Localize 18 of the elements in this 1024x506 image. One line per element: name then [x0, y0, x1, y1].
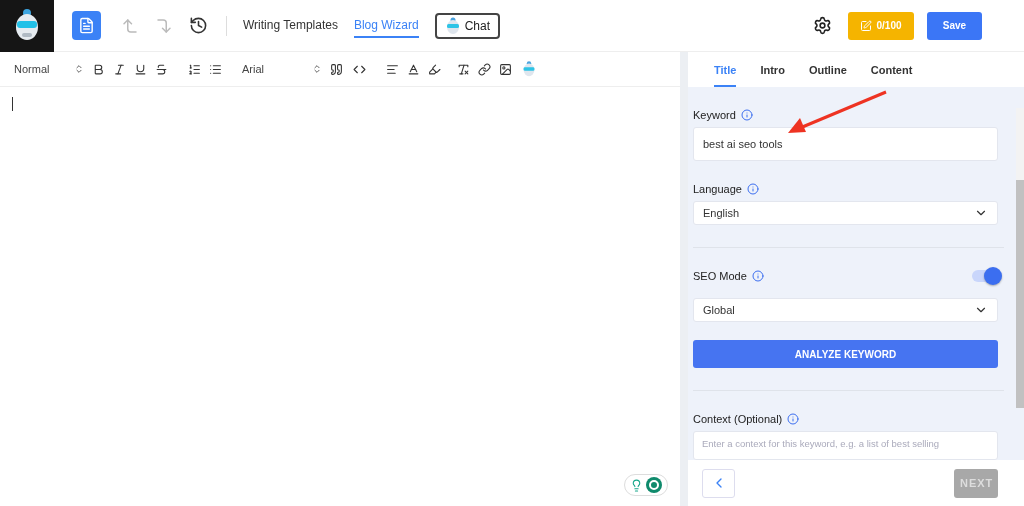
tab[interactable]: Title [714, 64, 737, 87]
save-button[interactable]: Save [927, 11, 982, 40]
font-select[interactable]: Arial [242, 63, 322, 75]
tab[interactable]: Outline [808, 64, 847, 87]
chat-button[interactable]: Chat [434, 12, 500, 39]
scope-select[interactable]: Global [693, 298, 998, 323]
tab[interactable]: Intro [760, 64, 785, 87]
tab[interactable]: Content [870, 64, 913, 87]
keyword-field[interactable]: best ai seo tools [693, 127, 998, 162]
nav-link[interactable]: Writing Templates [243, 13, 338, 38]
field-label: Keyword [693, 109, 736, 121]
analyze-keyword-button[interactable]: ANALYZE KEYWORD [693, 340, 998, 369]
style-select[interactable]: Normal [14, 63, 84, 75]
field-label: Language [693, 183, 742, 196]
language-select[interactable]: English [693, 201, 998, 226]
nav-link[interactable]: Blog Wizard [353, 13, 419, 38]
field-label: Context (Optional) [693, 413, 783, 425]
field-label: SEO Mode [693, 270, 747, 283]
